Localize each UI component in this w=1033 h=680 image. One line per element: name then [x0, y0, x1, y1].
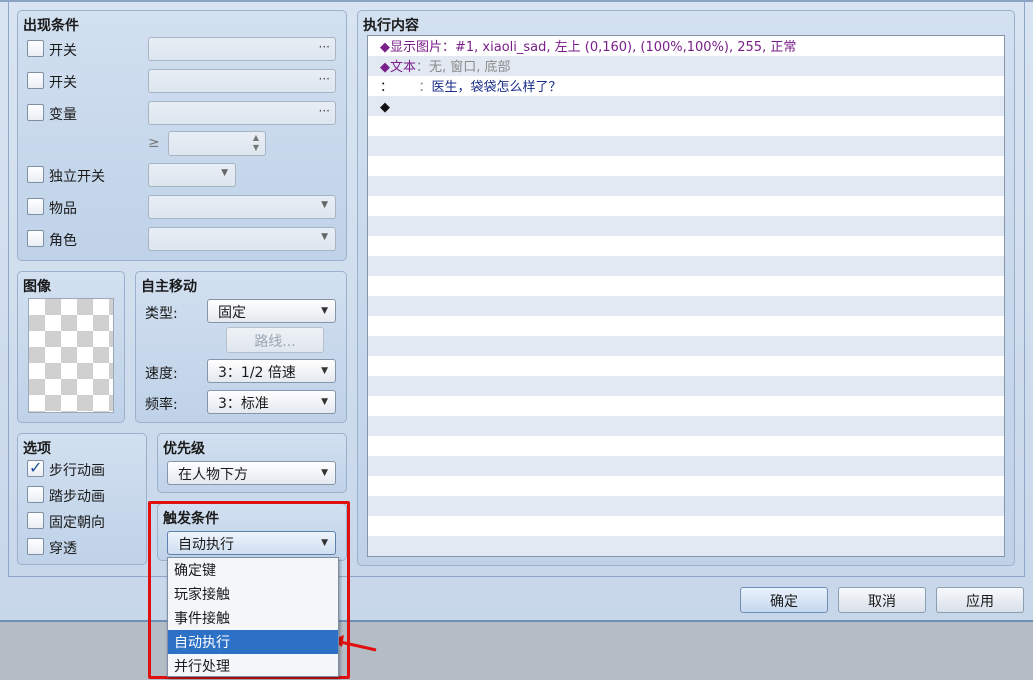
- command-name: ◆显示图片：: [380, 40, 455, 55]
- command-row-show-picture[interactable]: ◆显示图片：#1, xiaoli_sad, 左上 (0,160), (100%,…: [380, 38, 796, 58]
- move-type-value: 固定: [218, 305, 246, 321]
- move-speed-select[interactable]: 3：1/2 倍速 ▼: [207, 359, 336, 383]
- priority-select[interactable]: 在人物下方 ▼: [167, 461, 336, 485]
- conditions-title: 出现条件: [23, 18, 79, 34]
- switch2-label: 开关: [49, 75, 77, 91]
- ellipsis-icon[interactable]: ···: [319, 40, 330, 54]
- item-checkbox[interactable]: [27, 198, 44, 215]
- ellipsis-icon[interactable]: ···: [319, 104, 330, 118]
- contents-title: 执行内容: [363, 18, 419, 34]
- spin-up-icon[interactable]: ▲: [253, 133, 259, 142]
- command-name: ◆文本: [380, 60, 416, 75]
- command-list[interactable]: ◆显示图片：#1, xiaoli_sad, 左上 (0,160), (100%,…: [367, 35, 1005, 557]
- chevron-down-icon: ▼: [321, 232, 328, 242]
- options-title: 选项: [23, 441, 51, 457]
- apply-button[interactable]: 应用: [936, 587, 1024, 613]
- command-args: ：无, 窗口, 底部: [416, 60, 511, 75]
- image-title: 图像: [23, 279, 51, 295]
- command-row-empty[interactable]: ◆: [380, 98, 390, 118]
- cancel-button[interactable]: 取消: [838, 587, 926, 613]
- variable-field[interactable]: ···: [148, 101, 336, 125]
- switch1-label: 开关: [49, 43, 77, 59]
- trigger-option-event-touch[interactable]: 事件接触: [168, 606, 338, 630]
- through-checkbox[interactable]: [27, 538, 44, 555]
- switch1-checkbox[interactable]: [27, 40, 44, 57]
- move-frequency-select[interactable]: 3：标准 ▼: [207, 390, 336, 414]
- chevron-down-icon: ▼: [321, 397, 328, 407]
- self-switch-select[interactable]: ▼: [148, 163, 236, 187]
- chevron-down-icon: ▼: [321, 200, 328, 210]
- move-type-label: 类型:: [145, 306, 178, 322]
- message-text: 医生，袋袋怎么样了？: [431, 80, 562, 95]
- direction-fix-checkbox[interactable]: [27, 512, 44, 529]
- trigger-option-parallel[interactable]: 并行处理: [168, 654, 338, 678]
- priority-title: 优先级: [163, 441, 205, 457]
- variable-checkbox[interactable]: [27, 104, 44, 121]
- item-select[interactable]: ▼: [148, 195, 336, 219]
- command-args: #1, xiaoli_sad, 左上 (0,160), (100%,100%),…: [455, 40, 797, 55]
- chevron-down-icon: ▼: [321, 306, 328, 316]
- direction-fix-label: 固定朝向: [49, 515, 105, 531]
- stepping-anim-label: 踏步动画: [49, 489, 105, 505]
- command-row-text[interactable]: ◆文本：无, 窗口, 底部: [380, 58, 511, 78]
- chevron-down-icon: ▼: [321, 366, 328, 376]
- walking-anim-label: 步行动画: [49, 463, 105, 479]
- variable-label: 变量: [49, 107, 77, 123]
- ellipsis-icon[interactable]: ···: [319, 72, 330, 86]
- actor-select[interactable]: ▼: [148, 227, 336, 251]
- command-row-message[interactable]: ：：医生，袋袋怎么样了？: [380, 78, 562, 98]
- stepping-anim-checkbox[interactable]: [27, 486, 44, 503]
- switch1-field[interactable]: ···: [148, 37, 336, 61]
- move-frequency-value: 3：标准: [218, 396, 269, 412]
- autonomous-title: 自主移动: [141, 279, 197, 295]
- compare-symbol: ≥: [148, 135, 160, 151]
- chevron-down-icon: ▼: [321, 468, 328, 478]
- move-type-select[interactable]: 固定 ▼: [207, 299, 336, 323]
- chevron-down-icon: ▼: [221, 168, 228, 178]
- variable-value-spinner[interactable]: ▲ ▼: [168, 131, 266, 156]
- move-frequency-label: 频率:: [145, 397, 178, 413]
- self-switch-label: 独立开关: [49, 169, 105, 185]
- command-prefix: ：: [380, 80, 387, 95]
- event-image-preview[interactable]: [28, 298, 114, 413]
- trigger-option-action-button[interactable]: 确定键: [168, 558, 338, 582]
- item-label: 物品: [49, 201, 77, 217]
- trigger-option-autorun[interactable]: 自动执行: [168, 630, 338, 654]
- switch2-field[interactable]: ···: [148, 69, 336, 93]
- spin-down-icon[interactable]: ▼: [253, 143, 259, 152]
- actor-label: 角色: [49, 233, 77, 249]
- empty-command-marker: ◆: [380, 100, 390, 115]
- route-button[interactable]: 路线...: [226, 327, 324, 353]
- message-colon: ：: [418, 80, 432, 95]
- move-speed-value: 3：1/2 倍速: [218, 365, 296, 381]
- move-speed-label: 速度:: [145, 366, 178, 382]
- actor-checkbox[interactable]: [27, 230, 44, 247]
- through-label: 穿透: [49, 541, 77, 557]
- ok-button[interactable]: 确定: [740, 587, 828, 613]
- priority-value: 在人物下方: [178, 467, 248, 483]
- switch2-checkbox[interactable]: [27, 72, 44, 89]
- self-switch-checkbox[interactable]: [27, 166, 44, 183]
- trigger-option-player-touch[interactable]: 玩家接触: [168, 582, 338, 606]
- walking-anim-checkbox[interactable]: [27, 458, 44, 477]
- trigger-dropdown-list: 确定键 玩家接触 事件接触 自动执行 并行处理: [167, 557, 339, 677]
